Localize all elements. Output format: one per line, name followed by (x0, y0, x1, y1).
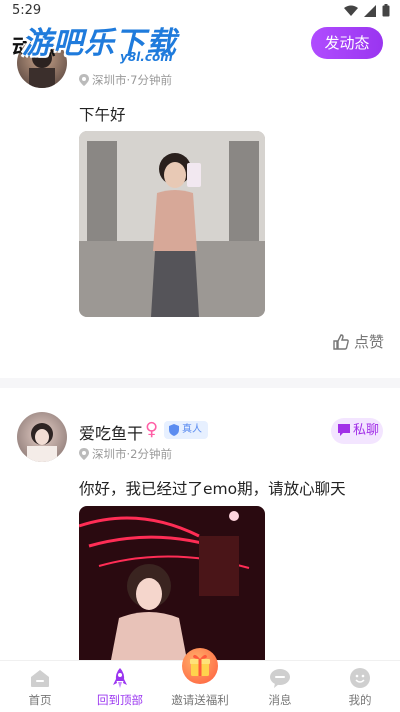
location-text: 深圳市·2分钟前 (92, 447, 172, 461)
tab-label: 消息 (268, 693, 292, 707)
message-icon (270, 669, 290, 688)
profile-icon (350, 668, 370, 688)
signal-icon (364, 4, 376, 17)
private-chat-label: 私聊 (353, 423, 380, 438)
tab-label: 回到顶部 (97, 693, 143, 707)
female-icon: ♀ (145, 419, 159, 440)
tab-profile[interactable]: 我的 (320, 661, 400, 712)
shield-icon (169, 424, 179, 436)
chat-bubble-icon (338, 424, 350, 436)
post-photo[interactable] (79, 131, 265, 317)
tab-home[interactable]: 首页 (0, 661, 80, 712)
private-chat-button[interactable]: 私聊 (331, 418, 383, 444)
rocket-icon (113, 668, 127, 688)
post-location: 深圳市·2分钟前 (79, 446, 172, 462)
post-card: 爱吃鱼干 ♀ 真人 私聊 深圳市·2分钟前 你好，我已经过了emo期，请放心聊天 (0, 388, 400, 660)
tab-label: 首页 (28, 693, 52, 707)
system-icons (344, 4, 390, 17)
post-moment-button[interactable]: 发动态 (311, 27, 383, 59)
location-pin-icon (79, 448, 89, 460)
post-text: 下午好 (79, 106, 126, 124)
verified-badge: 真人 (164, 421, 208, 439)
home-icon (31, 670, 49, 687)
like-button[interactable]: 点赞 (332, 331, 384, 352)
post-divider (0, 378, 400, 388)
battery-icon (382, 4, 390, 17)
watermark-sub: y8l.com (120, 50, 173, 64)
tab-label: 我的 (348, 693, 372, 707)
user-name[interactable]: 爱吃鱼干 (79, 420, 143, 444)
location-text: 深圳市·7分钟前 (92, 73, 172, 87)
post-location: 深圳市·7分钟前 (79, 72, 172, 88)
post-text: 你好，我已经过了emo期，请放心聊天 (79, 480, 346, 498)
thumbs-up-icon (333, 333, 349, 350)
tab-label: 邀请送福利 (171, 693, 229, 707)
status-time: 5:29 (12, 3, 42, 18)
status-bar: 5:29 (0, 0, 400, 22)
tab-back-to-top[interactable]: 回到顶部 (80, 661, 160, 712)
verified-label: 真人 (182, 424, 202, 435)
post-photo[interactable] (79, 506, 265, 660)
tab-messages[interactable]: 消息 (240, 661, 320, 712)
gift-icon[interactable] (182, 648, 218, 684)
avatar[interactable] (17, 412, 67, 462)
like-label: 点赞 (353, 333, 384, 351)
wifi-icon (344, 5, 358, 16)
location-pin-icon (79, 74, 89, 86)
